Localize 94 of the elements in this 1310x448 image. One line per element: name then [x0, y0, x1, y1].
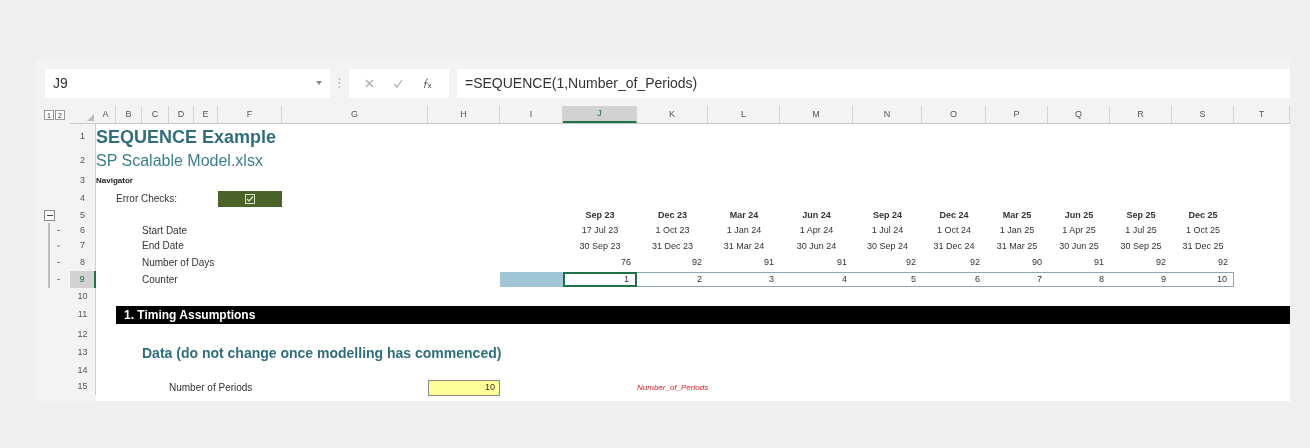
column-header[interactable]: E — [194, 106, 218, 123]
table-cell: 1 Jul 24 — [871, 226, 904, 235]
column-header[interactable]: D — [169, 106, 194, 123]
table-cell: Error Checks: — [116, 194, 178, 204]
table-cell: 31 Mar 25 — [996, 241, 1038, 251]
table-cell: Mar 25 — [1002, 211, 1032, 220]
table-cell: Jun 24 — [802, 211, 831, 220]
table-cell: Dec 23 — [658, 211, 687, 220]
column-header[interactable]: C — [142, 106, 169, 123]
table-cell: 1 Oct 23 — [655, 226, 690, 235]
table-cell[interactable]: 3 — [708, 272, 780, 287]
function-icon[interactable] — [422, 77, 434, 89]
table-cell: Dec 24 — [939, 211, 969, 220]
sheet-title: SEQUENCE Example — [96, 128, 277, 146]
table-cell[interactable]: 6 — [922, 272, 986, 287]
table-cell: Dec 25 — [1188, 211, 1218, 220]
file-name: SP Scalable Model.xlsx — [96, 153, 263, 169]
table-cell: Counter — [142, 274, 178, 285]
column-header[interactable]: G — [282, 106, 428, 123]
table-cell: 1 Oct 24 — [937, 226, 971, 235]
table-cell: Sep 24 — [873, 211, 902, 220]
table-cell[interactable]: 2 — [637, 272, 708, 287]
table-cell: 92 — [970, 258, 980, 267]
table-cell: 91 — [1094, 258, 1104, 267]
checkbox-icon — [245, 194, 255, 204]
column-header[interactable]: O — [922, 106, 986, 123]
shaded-cell — [500, 272, 563, 287]
table-cell: Number of Days — [142, 257, 215, 268]
table-cell[interactable]: 7 — [986, 272, 1048, 287]
table-cell: 30 Sep 25 — [1120, 241, 1162, 251]
table-cell: 31 Dec 23 — [652, 241, 693, 251]
table-cell: 92 — [692, 258, 702, 267]
table-cell: 91 — [837, 258, 847, 267]
table-cell: 30 Jun 25 — [1059, 241, 1099, 251]
table-cell[interactable]: 10 — [1172, 272, 1234, 287]
column-header[interactable]: N — [853, 106, 922, 123]
table-cell: Navigator — [96, 177, 133, 185]
table-cell: Sep 25 — [1126, 211, 1156, 220]
table-cell: 17 Jul 23 — [581, 226, 619, 235]
column-header[interactable]: Q — [1048, 106, 1110, 123]
table-cell: 1 Apr 24 — [799, 226, 834, 235]
column-header[interactable]: T — [1234, 106, 1290, 123]
table-cell: 1 Jul 25 — [1125, 226, 1157, 235]
table-cell: 90 — [1032, 258, 1042, 267]
dropdown-icon — [316, 81, 322, 85]
cancel-icon[interactable] — [364, 78, 374, 88]
handle-icon[interactable] — [338, 77, 341, 89]
column-header[interactable]: S — [1172, 106, 1234, 123]
column-header[interactable]: P — [986, 106, 1048, 123]
table-cell: 1 Jan 24 — [726, 226, 762, 235]
section-bar: 1. Timing Assumptions — [116, 306, 1290, 324]
table-cell: Sep 23 — [585, 211, 615, 220]
table-cell: 30 Sep 23 — [579, 241, 621, 251]
select-all-icon[interactable] — [87, 114, 94, 121]
collapse-button[interactable] — [44, 210, 55, 221]
range-name: Number_of_Periods — [637, 383, 709, 392]
table-cell: Mar 24 — [729, 211, 759, 220]
column-header[interactable]: K — [637, 106, 708, 123]
table-cell: 92 — [906, 258, 916, 267]
table-cell: 91 — [764, 258, 774, 267]
table-cell: 92 — [1218, 258, 1228, 267]
table-cell[interactable]: 8 — [1048, 272, 1110, 287]
name-box[interactable]: J9 — [45, 68, 330, 98]
table-cell[interactable]: 1 — [563, 272, 637, 287]
formula-field[interactable]: =SEQUENCE(1,Number_of_Periods) — [457, 68, 1290, 98]
column-header[interactable]: L — [708, 106, 780, 123]
column-header[interactable]: M — [780, 106, 853, 123]
row-header[interactable]: 9 — [70, 271, 96, 288]
table-cell: Number of Periods — [169, 382, 253, 393]
column-header[interactable]: B — [116, 106, 142, 123]
table-cell: 30 Jun 24 — [796, 241, 837, 251]
table-cell: 31 Mar 24 — [723, 241, 765, 251]
table-cell: End Date — [142, 241, 184, 251]
table-cell: 1 Apr 25 — [1062, 226, 1096, 235]
table-cell: 31 Dec 25 — [1182, 241, 1224, 251]
table-cell[interactable]: 5 — [853, 272, 922, 287]
column-header[interactable]: J — [563, 106, 637, 123]
column-header[interactable]: H — [428, 106, 500, 123]
input-field[interactable]: 10 — [428, 380, 500, 396]
table-cell[interactable]: 4 — [780, 272, 853, 287]
column-header[interactable]: A — [96, 106, 116, 123]
table-cell: 1 Oct 25 — [1186, 226, 1220, 235]
table-cell: Start Date — [142, 225, 188, 236]
table-cell: 31 Dec 24 — [933, 241, 975, 251]
check-icon[interactable] — [393, 78, 403, 88]
table-cell: Jun 25 — [1064, 211, 1094, 220]
table-cell: 1 Jan 25 — [999, 226, 1035, 235]
table-cell[interactable]: 9 — [1110, 272, 1172, 287]
section-heading: Data (do not change once modelling has commenced) — [142, 346, 502, 360]
column-header[interactable]: F — [218, 106, 282, 123]
table-cell: 76 — [621, 258, 631, 267]
table-cell: 92 — [1156, 258, 1166, 267]
column-header[interactable]: R — [1110, 106, 1172, 123]
table-cell: 30 Sep 24 — [866, 241, 908, 251]
